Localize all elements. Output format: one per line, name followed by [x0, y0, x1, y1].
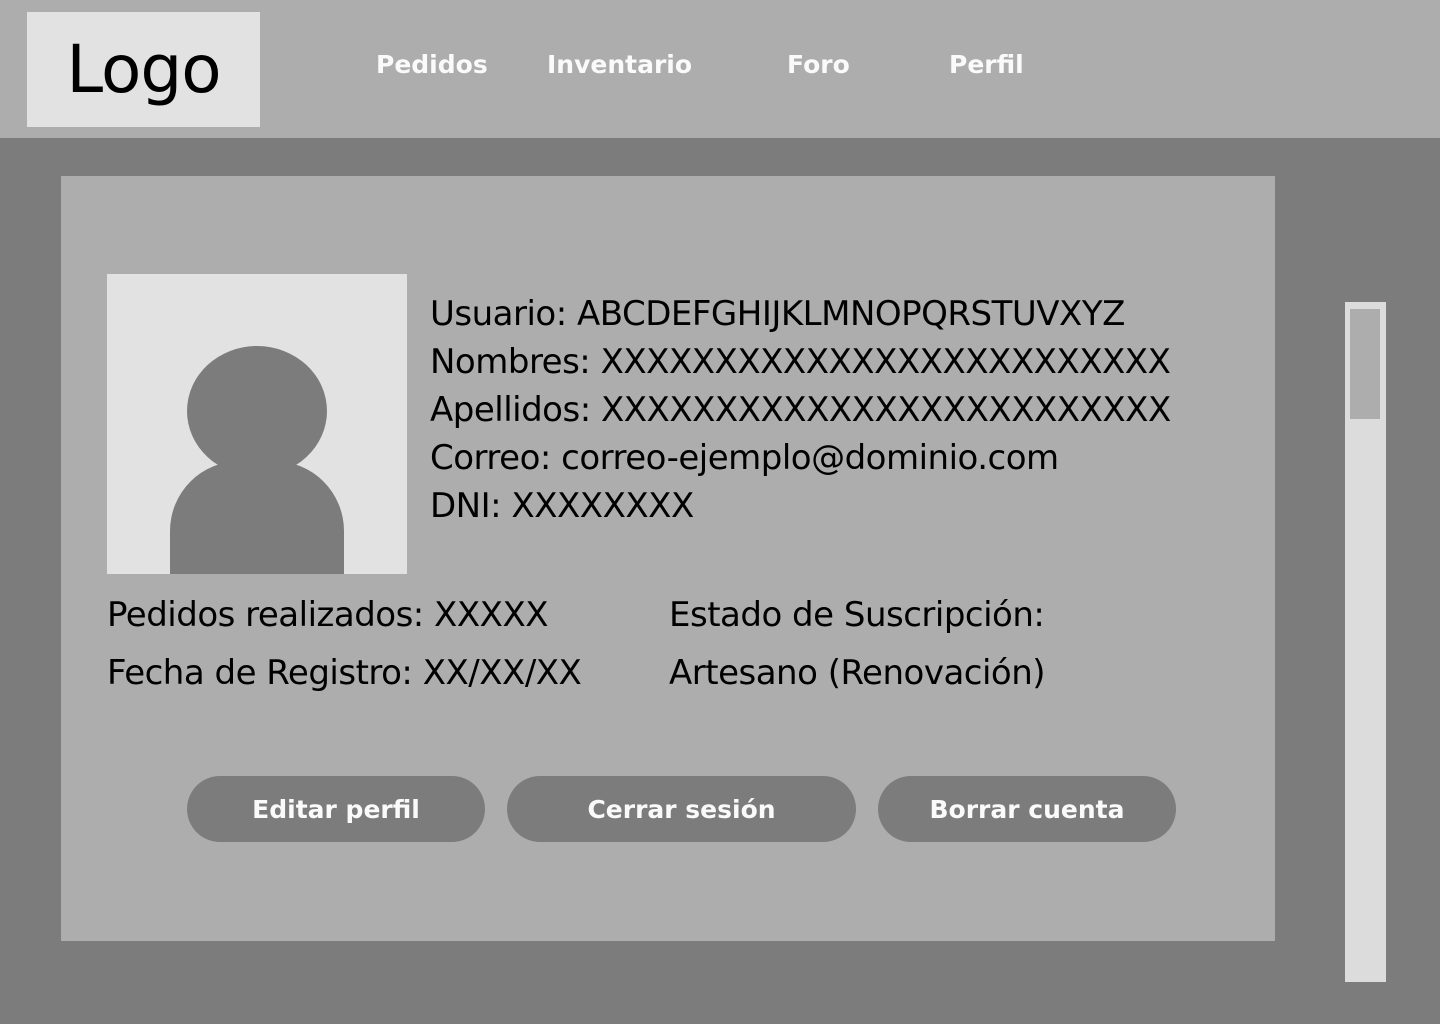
username-label: Usuario: ABCDEFGHIJKLMNOPQRSTUVXYZ: [430, 294, 1125, 334]
subscription-status-value: Artesano (Renovación): [669, 653, 1046, 693]
first-names-label: Nombres: XXXXXXXXXXXXXXXXXXXXXXXXX: [430, 342, 1171, 382]
scrollbar[interactable]: [1345, 302, 1386, 982]
email-label: Correo: correo-ejemplo@dominio.com: [430, 438, 1059, 478]
nav-foro[interactable]: Foro: [787, 50, 850, 79]
scrollbar-thumb[interactable]: [1350, 309, 1380, 419]
dni-label: DNI: XXXXXXXX: [430, 486, 694, 526]
avatar-head-shape: [187, 346, 327, 476]
avatar: [107, 274, 407, 574]
nav-pedidos[interactable]: Pedidos: [376, 50, 488, 79]
delete-account-button[interactable]: Borrar cuenta: [878, 776, 1176, 842]
subscription-status-label: Estado de Suscripción:: [669, 595, 1045, 635]
logo[interactable]: Logo: [27, 12, 260, 127]
avatar-body-shape: [170, 461, 344, 574]
top-navbar: Logo Pedidos Inventario Foro Perfil: [0, 0, 1440, 138]
registration-date: Fecha de Registro: XX/XX/XX: [107, 653, 582, 693]
logout-button[interactable]: Cerrar sesión: [507, 776, 856, 842]
orders-count: Pedidos realizados: XXXXX: [107, 595, 549, 635]
nav-inventario[interactable]: Inventario: [547, 50, 692, 79]
edit-profile-button[interactable]: Editar perfil: [187, 776, 485, 842]
nav-perfil[interactable]: Perfil: [949, 50, 1024, 79]
last-names-label: Apellidos: XXXXXXXXXXXXXXXXXXXXXXXXX: [430, 390, 1171, 430]
